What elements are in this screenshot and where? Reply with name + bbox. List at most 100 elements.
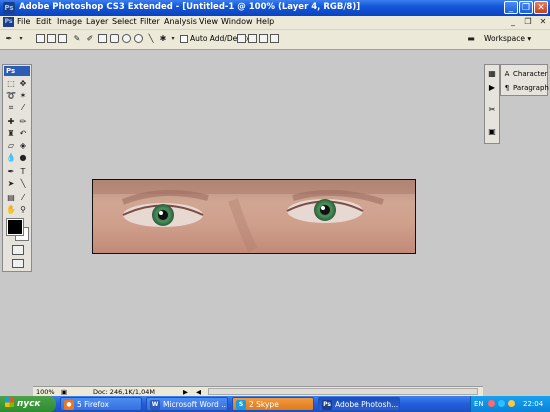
- menu-filter[interactable]: Filter: [140, 17, 160, 26]
- scroll-left-icon[interactable]: ◀: [196, 388, 201, 396]
- path-add-icon[interactable]: [237, 34, 246, 43]
- type-tool-icon[interactable]: T: [18, 167, 28, 177]
- freeform-pen-icon[interactable]: ✐: [85, 34, 95, 44]
- quick-mask-button[interactable]: [12, 245, 24, 255]
- line-tool-icon[interactable]: ╲: [146, 34, 156, 44]
- clone-source-icon[interactable]: ▣: [487, 127, 497, 137]
- notes-tool-icon[interactable]: ▤: [6, 193, 16, 203]
- auto-add-delete-checkbox[interactable]: [180, 35, 188, 43]
- menu-edit[interactable]: Edit: [36, 17, 52, 26]
- menu-file[interactable]: File: [17, 17, 30, 26]
- rectangle-tool-icon[interactable]: [98, 34, 107, 43]
- task-firefox[interactable]: ● 5 Firefox: [60, 397, 142, 411]
- menu-view[interactable]: View: [199, 17, 218, 26]
- clone-stamp-icon[interactable]: ♜: [6, 129, 16, 139]
- paint-bucket-icon[interactable]: ◈: [18, 141, 28, 151]
- doc-close-button[interactable]: ✕: [538, 17, 548, 27]
- minimize-button[interactable]: _: [504, 1, 518, 14]
- zoom-tool-icon[interactable]: ⚲: [18, 205, 28, 215]
- pen-tool-preset-icon[interactable]: ✒: [4, 34, 14, 44]
- task-skype-label: 2 Skype: [249, 400, 279, 409]
- maximize-button[interactable]: ❐: [519, 1, 533, 14]
- marquee-tool-icon[interactable]: ⬚: [6, 79, 16, 89]
- pen-icon[interactable]: ✎: [72, 34, 82, 44]
- character-panel-tab[interactable]: A Character: [503, 68, 548, 80]
- word-icon: W: [150, 400, 160, 410]
- menu-help[interactable]: Help: [256, 17, 274, 26]
- tray-app-icon[interactable]: [488, 400, 495, 407]
- language-indicator[interactable]: EN: [474, 400, 484, 408]
- windows-logo-icon: [5, 398, 14, 407]
- lasso-tool-icon[interactable]: ➰: [6, 91, 16, 101]
- eyedropper-icon[interactable]: ⁄: [18, 193, 28, 203]
- foreground-color-swatch[interactable]: [6, 218, 24, 236]
- photoshop-icon: Ps: [322, 400, 332, 410]
- paragraph-panel-tab[interactable]: ¶ Paragraph: [503, 82, 549, 94]
- clock: 22:04: [523, 400, 544, 408]
- panel-list: A Character ¶ Paragraph: [500, 64, 549, 96]
- layers-panel-icon[interactable]: ▦: [487, 69, 497, 79]
- doc-restore-button[interactable]: ❐: [523, 17, 533, 27]
- slice-tool-icon[interactable]: ⁄: [18, 103, 28, 113]
- healing-brush-icon[interactable]: ✚: [6, 117, 16, 127]
- skype-icon: S: [236, 400, 246, 410]
- hand-tool-icon[interactable]: ✋: [6, 205, 16, 215]
- preset-dropdown-icon[interactable]: ▾: [16, 34, 26, 44]
- taskbar: пуск ● 5 Firefox W Microsoft Word ... S2 S…: [0, 396, 550, 412]
- options-bar: ✒ ▾ ✎ ✐ ╲ ✱ ▾ Auto Add/Delete ▬ Workspac…: [0, 30, 550, 50]
- photoshop-logo-icon: Ps: [3, 2, 15, 14]
- path-intersect-icon[interactable]: [259, 34, 268, 43]
- magic-wand-icon[interactable]: ✶: [18, 91, 28, 101]
- menu-layer[interactable]: Layer: [86, 17, 108, 26]
- task-skype[interactable]: S2 Skype: [232, 397, 314, 411]
- eraser-tool-icon[interactable]: ▱: [6, 141, 16, 151]
- start-label: пуск: [17, 399, 41, 409]
- tray-volume-icon[interactable]: [508, 400, 515, 407]
- firefox-icon: ●: [64, 400, 74, 410]
- close-button[interactable]: ✕: [534, 1, 548, 14]
- document-canvas[interactable]: [92, 179, 416, 254]
- doc-minimize-button[interactable]: _: [508, 17, 518, 27]
- status-menu-icon[interactable]: ▣: [61, 388, 67, 396]
- ellipse-tool-icon[interactable]: [122, 34, 131, 43]
- shape-options-dropdown-icon[interactable]: ▾: [168, 34, 178, 44]
- custom-shape-icon[interactable]: ✱: [158, 34, 168, 44]
- document-icon[interactable]: Ps: [3, 17, 14, 27]
- character-label: Character: [513, 70, 548, 78]
- start-button[interactable]: пуск: [0, 396, 56, 412]
- pen-tool-icon[interactable]: ✒: [6, 167, 16, 177]
- title-bar: Ps Adobe Photoshop CS3 Extended - [Untit…: [0, 0, 550, 16]
- line-shape-tool-icon[interactable]: ╲: [18, 179, 28, 189]
- menu-analysis[interactable]: Analysis: [164, 17, 197, 26]
- rounded-rectangle-icon[interactable]: [110, 34, 119, 43]
- menu-image[interactable]: Image: [57, 17, 82, 26]
- move-tool-icon[interactable]: ✥: [18, 79, 28, 89]
- horizontal-scrollbar[interactable]: [208, 388, 478, 395]
- task-word[interactable]: W Microsoft Word ...: [146, 397, 228, 411]
- path-selection-icon[interactable]: ➤: [6, 179, 16, 189]
- polygon-tool-icon[interactable]: [134, 34, 143, 43]
- paths-icon[interactable]: [47, 34, 56, 43]
- dodge-tool-icon[interactable]: ●: [18, 153, 28, 163]
- paragraph-icon: ¶: [504, 84, 510, 92]
- menu-select[interactable]: Select: [112, 17, 137, 26]
- blur-tool-icon[interactable]: 💧: [6, 153, 16, 163]
- zoom-level[interactable]: 100%: [36, 388, 55, 396]
- crop-tool-icon[interactable]: ⌗: [6, 103, 16, 113]
- brush-tool-icon[interactable]: ✏: [18, 117, 28, 127]
- path-subtract-icon[interactable]: [248, 34, 257, 43]
- eyes-image: [93, 180, 415, 253]
- fill-pixels-icon[interactable]: [58, 34, 67, 43]
- status-arrow-icon[interactable]: ▶: [183, 388, 188, 396]
- tray-skype-icon[interactable]: [498, 400, 505, 407]
- menu-window[interactable]: Window: [221, 17, 253, 26]
- task-photoshop[interactable]: Ps Adobe Photosh...: [318, 397, 400, 411]
- screen-mode-button[interactable]: [12, 259, 24, 268]
- tool-presets-icon[interactable]: ✂: [487, 105, 497, 115]
- path-exclude-icon[interactable]: [270, 34, 279, 43]
- workspace-dropdown[interactable]: Workspace ▾: [484, 34, 531, 43]
- history-brush-icon[interactable]: ↶: [18, 129, 28, 139]
- palette-well-icon[interactable]: ▬: [466, 34, 476, 44]
- shape-layers-icon[interactable]: [36, 34, 45, 43]
- actions-panel-icon[interactable]: ▶: [487, 83, 497, 93]
